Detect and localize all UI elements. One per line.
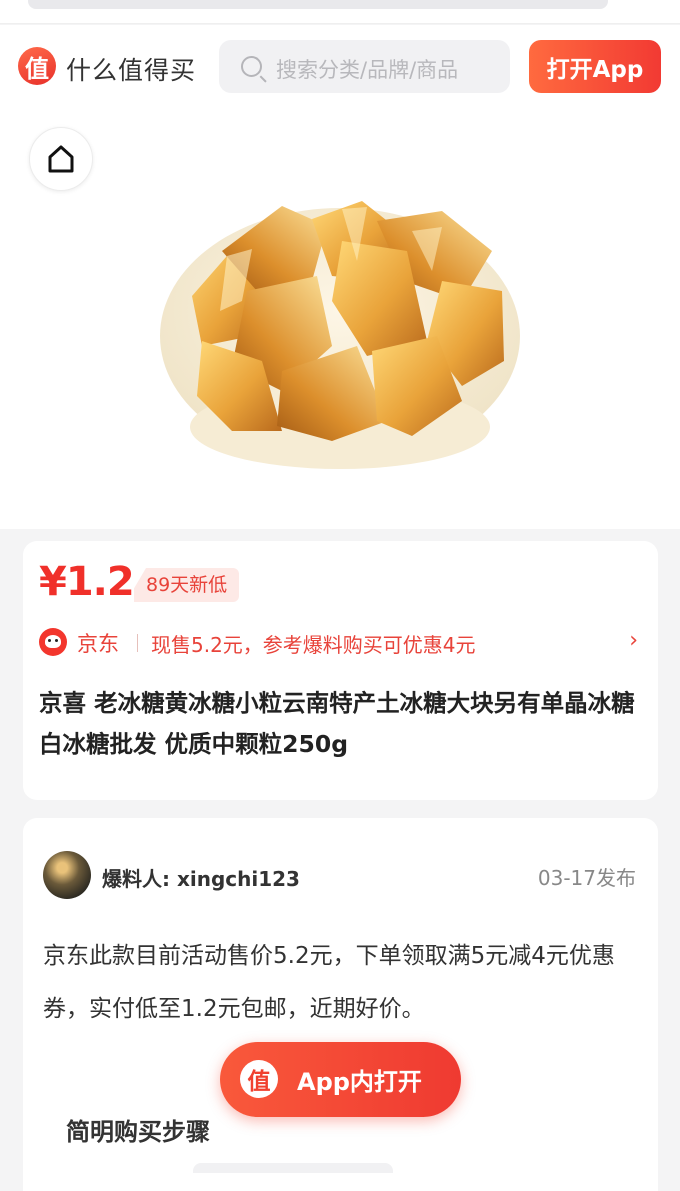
- jd-store-icon: [39, 628, 67, 656]
- avatar[interactable]: [43, 851, 91, 899]
- store-divider: [137, 634, 138, 652]
- reporter-name[interactable]: 爆料人: xingchi123: [102, 863, 300, 892]
- site-header: 值 什么值得买 搜索分类/品牌/商品 打开App: [0, 25, 680, 109]
- top-strip-bar: [28, 0, 608, 9]
- product-hero: [0, 109, 680, 529]
- price-low-badge: 89天新低: [134, 568, 240, 602]
- product-price: ¥1.2: [39, 559, 135, 605]
- search-placeholder: 搜索分类/品牌/商品: [276, 58, 459, 82]
- product-card: ¥1.2 89天新低 京东 现售5.2元，参考爆料购买可优惠4元 › 京喜 老冰…: [23, 541, 658, 800]
- top-strip: [0, 0, 680, 24]
- product-title: 京喜 老冰糖黄冰糖小粒云南特产土冰糖大块另有单晶冰糖白冰糖批发 优质中颗粒250…: [39, 689, 635, 758]
- publish-date: 03-17发布: [537, 866, 636, 890]
- post-body: 京东此款目前活动售价5.2元，下单领取满5元减4元优惠券，实付低至1.2元包邮，…: [43, 943, 615, 1022]
- steps-heading: 简明购买步骤: [66, 1118, 210, 1146]
- open-app-button[interactable]: 打开App: [529, 40, 661, 93]
- open-in-app-button[interactable]: 值 App内打开: [220, 1042, 461, 1117]
- chevron-right-icon: ›: [629, 628, 638, 653]
- store-name: 京东: [77, 632, 119, 656]
- post-card: 爆料人: xingchi123 03-17发布 京东此款目前活动售价5.2元，下…: [23, 818, 658, 1191]
- home-button[interactable]: [29, 127, 93, 191]
- steps-content-stub: [193, 1163, 393, 1173]
- store-promo-text: 现售5.2元，参考爆料购买可优惠4元: [151, 633, 476, 657]
- store-promo-row[interactable]: 京东 现售5.2元，参考爆料购买可优惠4元 ›: [39, 625, 644, 661]
- search-icon: [241, 56, 262, 77]
- site-logo[interactable]: 值: [18, 47, 56, 85]
- product-image[interactable]: [142, 131, 538, 521]
- app-logo-icon: 值: [240, 1060, 278, 1098]
- home-icon: [48, 145, 74, 173]
- search-box[interactable]: 搜索分类/品牌/商品: [219, 40, 510, 93]
- open-in-app-label: App内打开: [297, 1068, 422, 1096]
- brand-name[interactable]: 什么值得买: [66, 51, 196, 87]
